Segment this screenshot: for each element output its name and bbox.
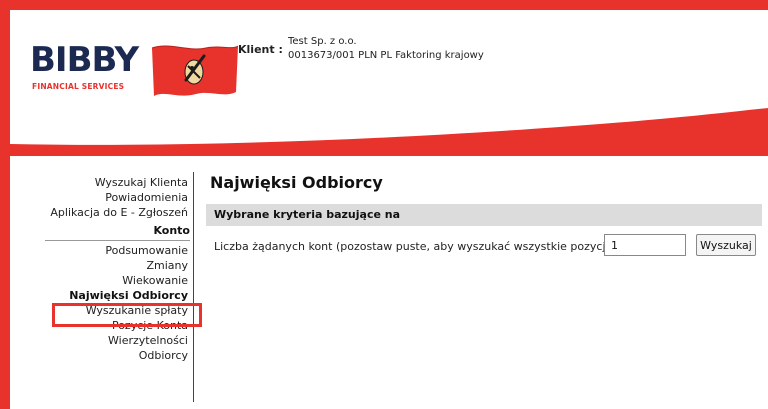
client-name: Test Sp. z o.o. (288, 36, 357, 47)
sidebar-item-najwieksi-odbiorcy[interactable]: Najwięksi Odbiorcy (45, 288, 190, 303)
main-content: Najwięksi Odbiorcy Wybrane kryteria bazu… (206, 172, 762, 262)
bibby-logo[interactable]: BIBBY FINANCIAL SERVICES (30, 40, 240, 110)
frame-left-border (0, 0, 10, 409)
logo-subtitle: FINANCIAL SERVICES (32, 82, 125, 91)
page-title: Najwięksi Odbiorcy (210, 173, 383, 192)
criteria-row: Liczba żądanych kont (pozostaw puste, ab… (206, 232, 762, 262)
frame-top-border (0, 0, 768, 10)
sidebar-item-podsumowanie[interactable]: Podsumowanie (45, 243, 190, 258)
active-item-highlight (52, 303, 202, 327)
accounts-count-label: Liczba żądanych kont (pozostaw puste, ab… (214, 240, 617, 253)
sidebar-item-zmiany[interactable]: Zmiany (45, 258, 190, 273)
sidebar-item-odbiorcy[interactable]: Odbiorcy (45, 348, 190, 363)
sidebar-item-powiadomienia[interactable]: Powiadomienia (45, 190, 190, 205)
red-flag-with-emblem-icon (151, 45, 239, 96)
sidebar-item-wiekowanie[interactable]: Wiekowanie (45, 273, 190, 288)
criteria-heading: Wybrane kryteria bazujące na (206, 204, 762, 226)
search-button[interactable]: Wyszukaj (696, 234, 756, 256)
sidebar-item-wyszukaj-klienta[interactable]: Wyszukaj Klienta (45, 175, 190, 190)
logo-wordmark: BIBBY (30, 40, 139, 80)
sidebar-nav: Wyszukaj Klienta Powiadomienia Aplikacja… (45, 175, 190, 363)
header-swoosh (10, 108, 768, 156)
client-account: 0013673/001 PLN PL Faktoring krajowy (288, 50, 484, 61)
sidebar-divider (193, 172, 194, 402)
sidebar-section-konto: Konto (45, 224, 190, 241)
client-label: Klient : (238, 43, 283, 56)
sidebar-item-aplikacja[interactable]: Aplikacja do E - Zgłoszeń (45, 205, 190, 220)
accounts-count-input[interactable] (604, 234, 686, 256)
